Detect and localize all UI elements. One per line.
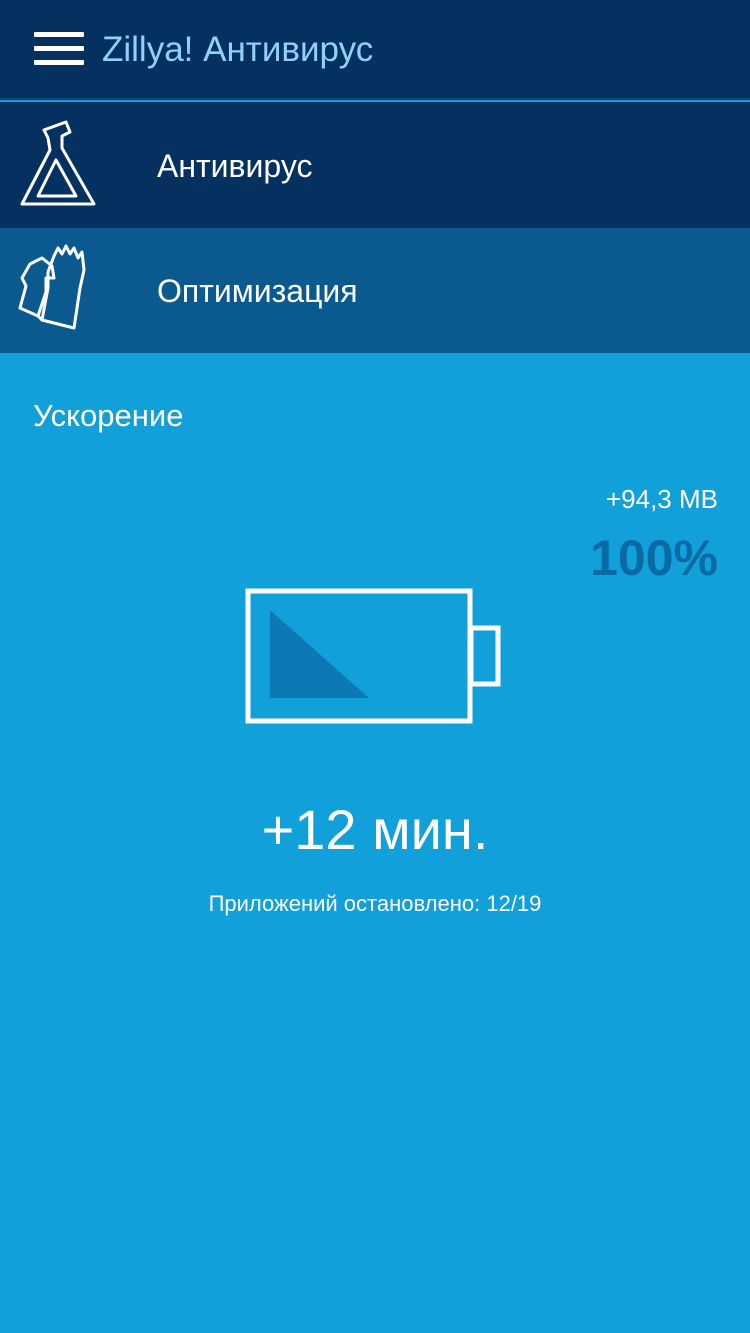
- apps-stopped-status: Приложений остановлено: 12/19: [208, 891, 542, 916]
- battery-time-gain: +12 мин.: [261, 798, 489, 861]
- boost-percent: 100%: [590, 530, 718, 586]
- memory-freed-value: +94,3 MB: [605, 484, 718, 514]
- nav-item-label: Оптимизация: [157, 273, 358, 309]
- section-title: Ускорение: [33, 398, 184, 433]
- hamburger-menu-icon[interactable]: [34, 32, 86, 68]
- nav-item-optimization[interactable]: Оптимизация: [0, 228, 750, 353]
- app-title: Zillya! Антивирус: [102, 30, 374, 69]
- gloves-icon: [18, 244, 86, 330]
- battery-icon: [245, 588, 501, 724]
- app-bar: Zillya! Антивирус: [0, 0, 750, 100]
- nav-item-label: Антивирус: [157, 148, 313, 184]
- flask-icon: [20, 120, 96, 206]
- nav-item-antivirus[interactable]: Антивирус: [0, 102, 750, 228]
